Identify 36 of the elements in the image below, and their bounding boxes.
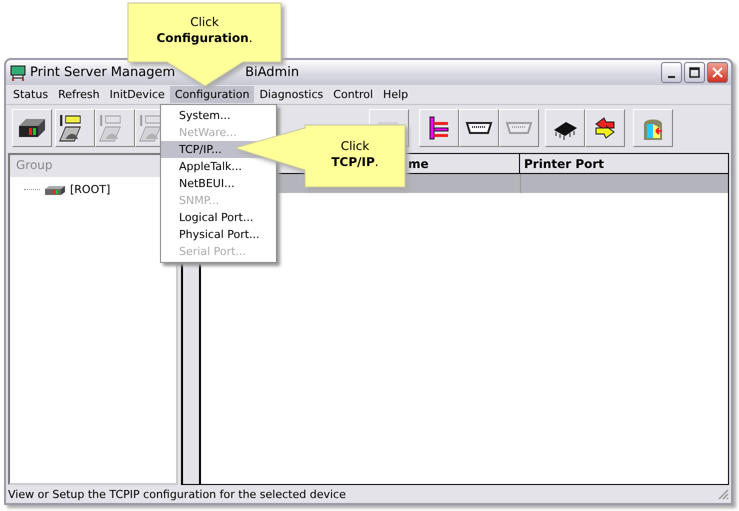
resize-grip[interactable] bbox=[717, 488, 729, 500]
maximize-button[interactable] bbox=[684, 62, 705, 83]
window-title: BiAdmin bbox=[245, 65, 300, 80]
maximize-icon bbox=[689, 67, 700, 78]
menu-option[interactable]: Logical Port... bbox=[161, 209, 276, 226]
printer-icon bbox=[10, 64, 26, 80]
minimize-button[interactable] bbox=[661, 62, 682, 83]
menu-item[interactable]: Control bbox=[328, 86, 378, 103]
toolbar-button[interactable] bbox=[585, 109, 625, 147]
tree-item[interactable]: [ROOT] bbox=[70, 183, 110, 196]
close-icon bbox=[712, 67, 723, 78]
toolbar-button[interactable] bbox=[12, 109, 52, 147]
column-header[interactable]: Printer Port bbox=[520, 154, 604, 173]
menu-option[interactable]: NetBEUI... bbox=[161, 175, 276, 192]
toolbar-button[interactable] bbox=[545, 109, 585, 147]
menu-item[interactable]: Refresh bbox=[53, 86, 105, 103]
toolbar-button[interactable] bbox=[55, 109, 95, 147]
menu-item[interactable]: Configuration bbox=[170, 86, 254, 103]
window-title: Print Server Managem bbox=[30, 65, 176, 80]
printer-port-icon bbox=[139, 114, 161, 142]
minimize-icon bbox=[668, 76, 675, 78]
menu-option[interactable]: Physical Port... bbox=[161, 226, 276, 243]
menu-item[interactable]: Help bbox=[378, 86, 414, 103]
printer-port-icon bbox=[59, 114, 81, 142]
printer-port-icon bbox=[99, 114, 121, 142]
menu-item[interactable]: Status bbox=[8, 86, 54, 103]
callout-text: Click Configuration. bbox=[155, 14, 254, 46]
status-text: View or Setup the TCPIP configuration for the selected device bbox=[8, 488, 346, 500]
toolbar-button[interactable] bbox=[459, 109, 499, 147]
menu-option[interactable]: System... bbox=[161, 107, 276, 124]
close-button[interactable] bbox=[707, 62, 728, 83]
callout-text: Click TCP/IP. bbox=[330, 138, 380, 170]
device-icon bbox=[43, 184, 67, 196]
menu-item[interactable]: InitDevice bbox=[104, 86, 170, 103]
toolbar-button[interactable] bbox=[419, 109, 459, 147]
menu-item[interactable]: Diagnostics bbox=[254, 86, 328, 103]
